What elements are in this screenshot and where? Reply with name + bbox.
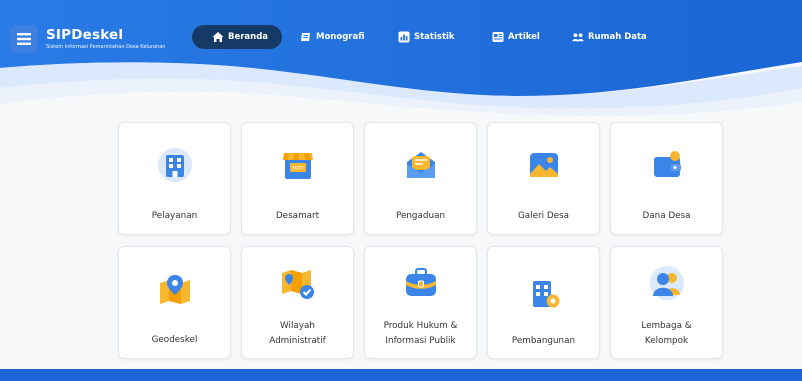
store-icon: MART xyxy=(283,153,313,179)
nav-item-rumah-data[interactable]: Rumah Data xyxy=(572,25,647,49)
note-icon xyxy=(300,31,312,43)
menu-label-line2: Informasi Publik xyxy=(385,336,456,346)
nav-label: Artikel xyxy=(508,32,540,42)
menu-card-desamart[interactable]: MART Desamart xyxy=(241,122,354,235)
menu-label: Geodeskel xyxy=(151,335,198,345)
svg-text:MART: MART xyxy=(292,166,304,171)
map-check-icon xyxy=(282,270,314,299)
nav-item-artikel[interactable]: Artikel xyxy=(492,25,540,49)
nav-item-statistik[interactable]: Statistik xyxy=(398,25,455,49)
menu-label-line1: Lembaga & xyxy=(641,321,692,331)
menu-card-geodeskel[interactable]: Geodeskel xyxy=(118,246,231,359)
nav-item-beranda[interactable]: Beranda xyxy=(192,25,283,49)
menu-card-pembangunan[interactable]: Pembangunan xyxy=(487,246,600,359)
home-icon xyxy=(212,31,224,43)
menu-card-wilayah-administratif[interactable]: Wilayah Administratif xyxy=(241,246,354,359)
service-menu-grid: Pelayanan MART Desamart Pengaduan Galeri… xyxy=(118,122,724,360)
menu-card-lembaga-kelompok[interactable]: Lembaga & Kelompok xyxy=(610,246,723,359)
menu-card-pengaduan[interactable]: Pengaduan xyxy=(364,122,477,235)
top-navbar: SIPDeskel Sistem Informasi Pemerintahan … xyxy=(0,0,802,62)
wallet-icon xyxy=(654,151,681,177)
menu-label-line1: Produk Hukum & xyxy=(383,321,458,331)
brand: SIPDeskel Sistem Informasi Pemerintahan … xyxy=(10,25,165,53)
building-gear-icon xyxy=(533,281,560,308)
menu-card-produk-hukum[interactable]: Produk Hukum & Informasi Publik xyxy=(364,246,477,359)
briefcase-icon xyxy=(406,268,436,296)
news-icon xyxy=(492,31,504,43)
nav-label: Beranda xyxy=(228,32,269,42)
menu-toggle-button[interactable] xyxy=(10,25,38,53)
footer-bar xyxy=(0,369,802,381)
menu-label: Galeri Desa xyxy=(517,211,570,221)
menu-label-line1: Wilayah xyxy=(280,321,315,331)
brand-name: SIPDeskel xyxy=(46,26,124,43)
message-icon xyxy=(407,152,435,178)
brand-subtitle: Sistem Informasi Pemerintahan Desa Kelur… xyxy=(46,43,166,50)
map-icon xyxy=(160,275,190,304)
nav-label: Monografi xyxy=(316,32,365,42)
menu-label-line2: Kelompok xyxy=(644,336,689,346)
menu-label: Pembangunan xyxy=(511,336,576,346)
group-icon xyxy=(650,266,684,300)
menu-icon xyxy=(17,33,31,45)
menu-label: Pengaduan xyxy=(395,211,446,221)
building-icon xyxy=(158,148,192,182)
menu-card-pelayanan[interactable]: Pelayanan xyxy=(118,122,231,235)
stats-icon xyxy=(398,31,410,43)
menu-label: Dana Desa xyxy=(642,211,691,221)
menu-card-dana-desa[interactable]: Dana Desa xyxy=(610,122,723,235)
menu-label: Desamart xyxy=(275,211,320,221)
nav-item-monografi[interactable]: Monografi xyxy=(300,25,365,49)
nav-label: Statistik xyxy=(414,32,455,42)
image-icon xyxy=(530,153,558,177)
people-icon xyxy=(572,31,584,43)
menu-label: Pelayanan xyxy=(151,211,198,221)
menu-card-galeri-desa[interactable]: Galeri Desa xyxy=(487,122,600,235)
menu-label-line2: Administratif xyxy=(269,336,326,346)
nav-label: Rumah Data xyxy=(588,32,647,42)
